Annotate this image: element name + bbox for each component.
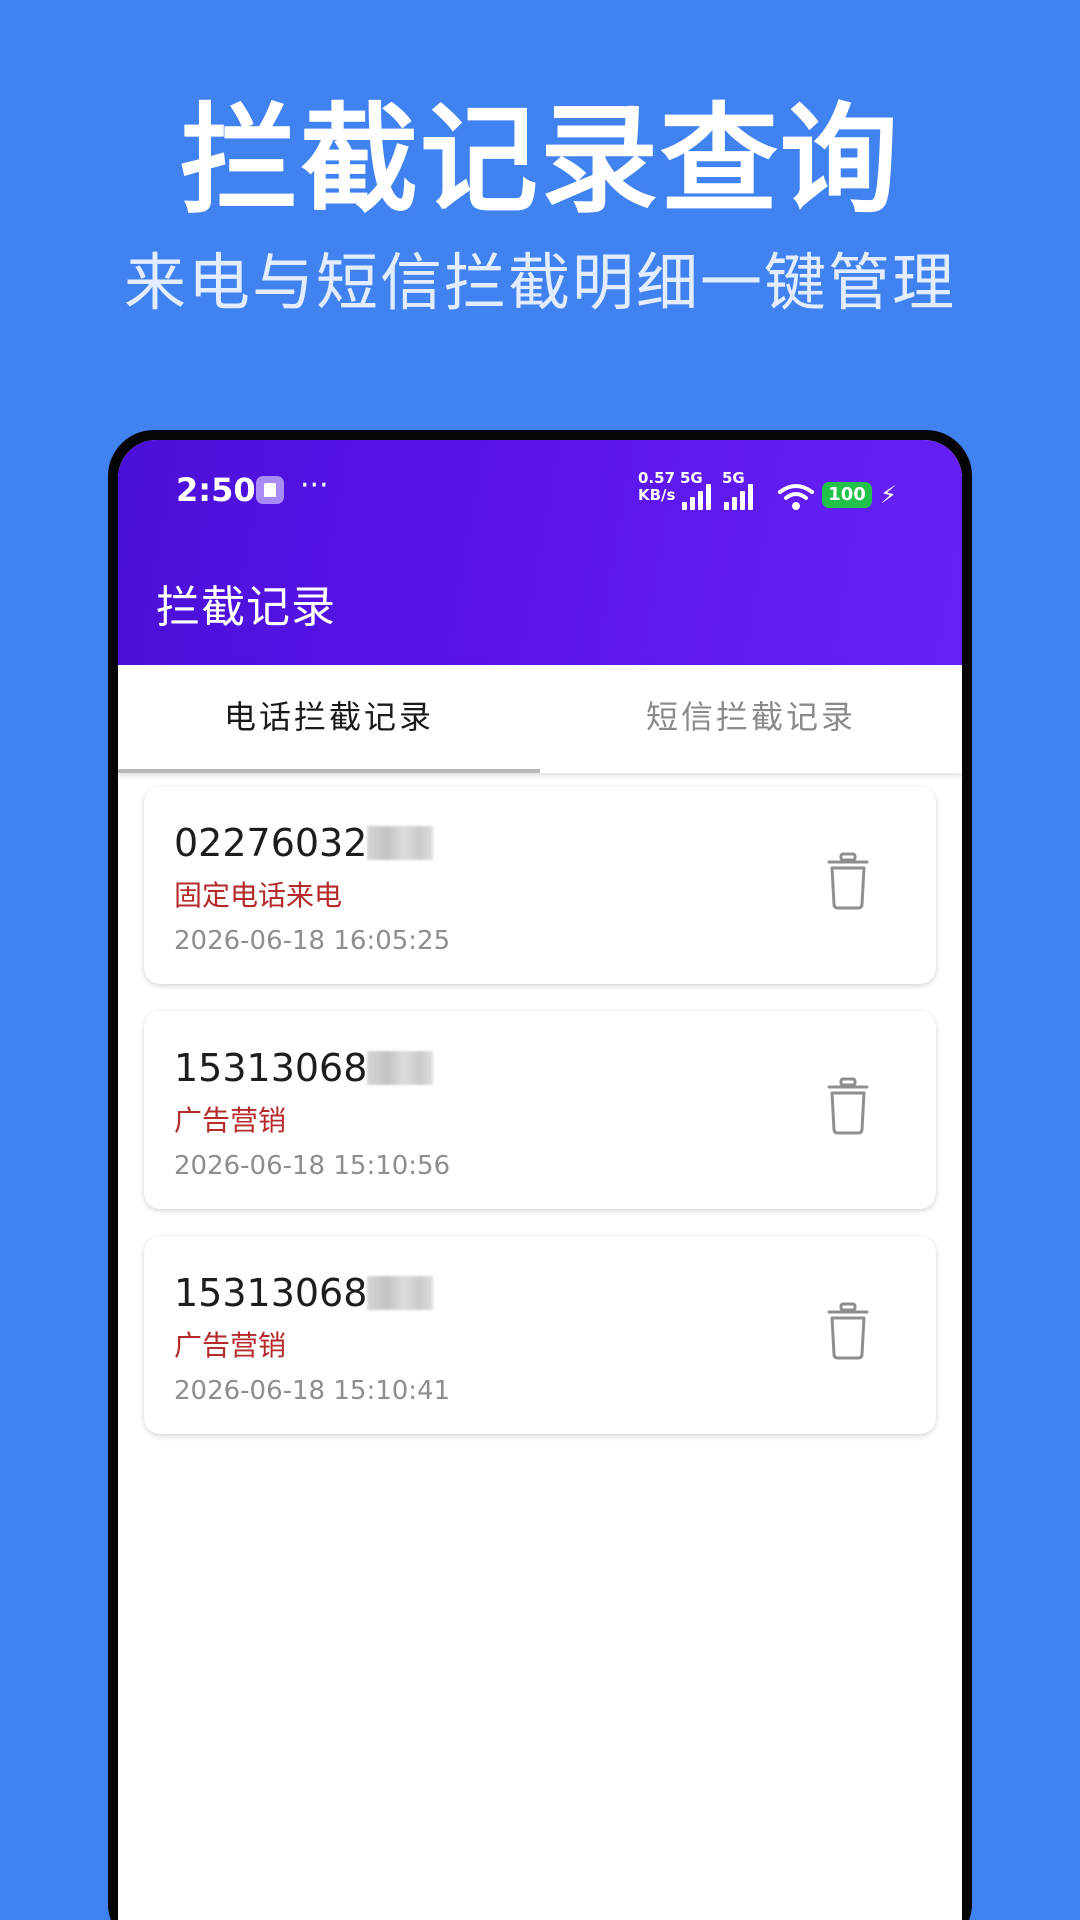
masked-digits <box>367 1051 434 1085</box>
trash-icon[interactable] <box>826 1077 870 1135</box>
promo-subhead: 来电与短信拦截明细一键管理 <box>123 246 956 319</box>
record-card[interactable]: 15313068 广告营销 2026-06-18 15:10:56 <box>144 1011 936 1209</box>
tab-indicator <box>118 769 540 773</box>
app-bar: 2:50 ··· 0.57 KB/s 5G 5G 100 ⚡ 拦截记录 <box>118 440 962 665</box>
phone-screen: 2:50 ··· 0.57 KB/s 5G 5G 100 ⚡ 拦截记录 电话拦截… <box>118 440 962 1920</box>
record-tag: 广告营销 <box>174 1104 287 1137</box>
record-time: 2026-06-18 15:10:41 <box>174 1376 451 1406</box>
network-speed-unit: KB/s <box>638 486 676 504</box>
tab-call-records[interactable]: 电话拦截记录 <box>118 665 540 773</box>
record-number-text: 15313068 <box>174 1046 368 1090</box>
record-tag: 广告营销 <box>174 1329 287 1362</box>
record-number-text: 15313068 <box>174 1271 368 1315</box>
wifi-icon <box>778 484 814 510</box>
signal-icon <box>682 484 712 510</box>
record-number: 15313068 <box>174 1270 434 1316</box>
notification-app-icon <box>256 476 284 504</box>
tab-bar: 电话拦截记录 短信拦截记录 <box>118 665 962 773</box>
record-time: 2026-06-18 16:05:25 <box>174 926 451 956</box>
signal-icon <box>724 484 754 510</box>
promo-headline: 拦截记录查询 <box>179 91 900 229</box>
network-speed: 0.57 KB/s <box>638 470 675 504</box>
trash-icon[interactable] <box>826 852 870 910</box>
record-card[interactable]: 02276032 固定电话来电 2026-06-18 16:05:25 <box>144 786 936 984</box>
network-speed-value: 0.57 <box>638 469 676 487</box>
record-card[interactable]: 15313068 广告营销 2026-06-18 15:10:41 <box>144 1236 936 1434</box>
battery-indicator: 100 <box>822 482 872 508</box>
record-number-text: 02276032 <box>174 821 368 865</box>
record-number: 15313068 <box>174 1045 434 1091</box>
trash-icon[interactable] <box>826 1302 870 1360</box>
masked-digits <box>367 826 434 860</box>
more-notifications-icon: ··· <box>300 468 329 503</box>
masked-digits <box>367 1276 434 1310</box>
page-title: 拦截记录 <box>156 582 336 633</box>
phone-frame: 2:50 ··· 0.57 KB/s 5G 5G 100 ⚡ 拦截记录 电话拦截… <box>108 430 972 1920</box>
record-time: 2026-06-18 15:10:56 <box>174 1151 451 1181</box>
bolt-icon: ⚡ <box>880 481 897 509</box>
record-number: 02276032 <box>174 820 434 866</box>
status-time: 2:50 <box>176 471 256 509</box>
tab-sms-records[interactable]: 短信拦截记录 <box>540 665 962 773</box>
record-tag: 固定电话来电 <box>174 879 343 912</box>
